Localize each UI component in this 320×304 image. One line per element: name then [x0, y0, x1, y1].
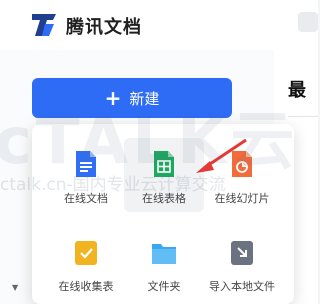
online-form-icon [75, 241, 97, 265]
app-title: 腾讯文档 [66, 17, 142, 38]
plus-icon: + [104, 86, 122, 110]
menu-item-folder[interactable]: 文件夹 [124, 226, 204, 300]
main-heading: 最 [288, 80, 306, 101]
new-menu-dropdown: 在线文档 在线表格 在线幻灯片 在线收集表 文件夹 导入本地文件 [32, 124, 294, 304]
menu-item-label: 导入本地文件 [209, 280, 275, 293]
online-sheet-icon [154, 151, 174, 177]
menu-item-label: 在线幻灯片 [214, 192, 270, 205]
menu-item-online-doc[interactable]: 在线文档 [46, 138, 126, 212]
chevron-down-icon[interactable]: ▼ [12, 283, 18, 292]
menu-item-online-form[interactable]: 在线收集表 [46, 226, 126, 300]
menu-item-label: 在线文档 [64, 192, 108, 205]
menu-item-import-local-file[interactable]: 导入本地文件 [202, 226, 282, 300]
new-button[interactable]: + 新建 [32, 78, 232, 118]
main-divider [288, 116, 318, 117]
header-menu-button[interactable] [298, 12, 318, 32]
menu-item-label: 在线表格 [142, 192, 186, 205]
new-button-label: 新建 [129, 89, 160, 108]
online-doc-icon [76, 151, 96, 177]
app-header: 腾讯文档 [0, 0, 318, 50]
menu-item-label: 文件夹 [147, 280, 181, 293]
annotation-arrow [196, 138, 247, 173]
menu-item-label: 在线收集表 [58, 280, 114, 293]
folder-icon [152, 244, 176, 264]
import-icon [231, 241, 253, 265]
tencent-docs-logo-icon [32, 14, 56, 36]
